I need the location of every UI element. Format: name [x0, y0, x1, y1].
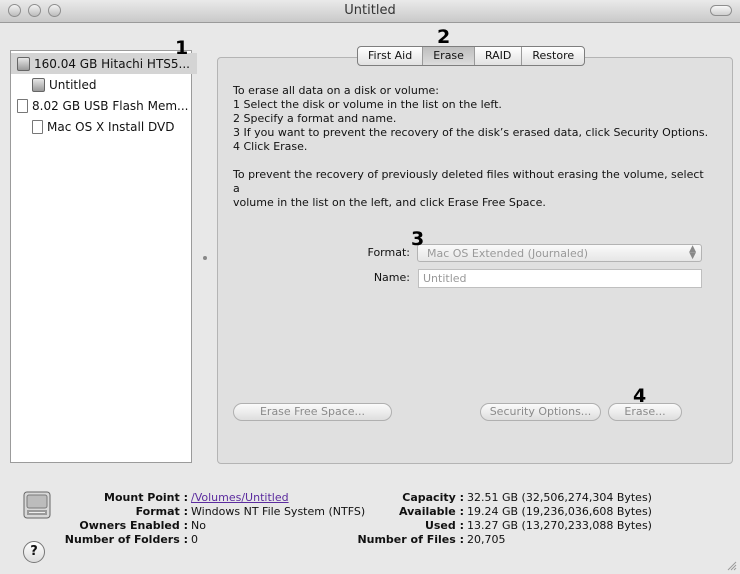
format-label: Format: [367, 246, 410, 259]
number-of-files-label: Number of Files : [357, 533, 464, 546]
tab-restore[interactable]: Restore [522, 47, 584, 65]
number-of-files-value: 20,705 [467, 533, 506, 546]
format-info-label: Format : [135, 505, 188, 518]
available-value: 19.24 GB (19,236,036,608 Bytes) [467, 505, 652, 518]
device-list[interactable]: 160.04 GB Hitachi HTS5... Untitled 8.02 … [10, 50, 197, 463]
format-popup-value: Mac OS Extended (Journaled) [427, 247, 589, 260]
sidebar-item-hitachi-disk[interactable]: 160.04 GB Hitachi HTS5... [11, 53, 197, 74]
sidebar-item-untitled-volume[interactable]: Untitled [11, 74, 212, 95]
split-view-handle[interactable] [203, 256, 207, 260]
erase-free-space-button[interactable]: Erase Free Space... [233, 403, 392, 421]
callout-number: 4 [633, 385, 647, 407]
callout-number: 3 [411, 228, 425, 250]
callout-number: 1 [175, 37, 189, 59]
sidebar-item-label: Untitled [49, 77, 97, 92]
title-bar: Untitled [0, 0, 740, 23]
used-value: 13.27 GB (13,270,233,088 Bytes) [467, 519, 652, 532]
mount-point-label: Mount Point : [104, 491, 188, 504]
format-popup[interactable]: Mac OS Extended (Journaled) ▲ ▼ [417, 244, 702, 262]
name-field[interactable]: Untitled [418, 269, 702, 288]
number-of-folders-label: Number of Folders : [64, 533, 188, 546]
tab-raid[interactable]: RAID [475, 47, 523, 65]
owners-enabled-value: No [191, 519, 206, 532]
erase-instructions: To erase all data on a disk or volume: 1… [233, 84, 713, 210]
instruction-line: 3 If you want to prevent the recovery of… [233, 126, 709, 139]
resize-grip-icon[interactable] [727, 561, 737, 571]
hard-drive-icon [23, 491, 51, 519]
tab-erase[interactable]: Erase [423, 47, 475, 65]
sidebar-item-usb-flash[interactable]: 8.02 GB USB Flash Mem... [11, 95, 197, 116]
volume-icon [32, 119, 43, 134]
number-of-folders-value: 0 [191, 533, 198, 546]
owners-enabled-label: Owners Enabled : [79, 519, 188, 532]
popup-arrows-icon: ▲ ▼ [689, 244, 696, 261]
toolbar-toggle-button[interactable] [710, 5, 732, 16]
mount-point-link[interactable]: /Volumes/Untitled [191, 491, 289, 504]
tab-first-aid[interactable]: First Aid [358, 47, 424, 65]
instruction-line: To erase all data on a disk or volume: [233, 84, 440, 97]
instruction-line: 4 Click Erase. [233, 140, 308, 153]
available-label: Available : [398, 505, 464, 518]
callout-number: 2 [437, 26, 451, 48]
usb-drive-icon [17, 98, 28, 113]
sidebar-item-label: 8.02 GB USB Flash Mem... [32, 98, 189, 113]
window-title: Untitled [344, 3, 396, 18]
sidebar-item-label: 160.04 GB Hitachi HTS5... [34, 56, 190, 71]
security-options-button[interactable]: Security Options... [480, 403, 601, 421]
volume-icon [32, 77, 45, 92]
capacity-label: Capacity : [402, 491, 464, 504]
hard-drive-icon [17, 56, 30, 71]
tab-bar: First Aid Erase RAID Restore [357, 46, 586, 66]
instruction-line: 2 Specify a format and name. [233, 112, 397, 125]
sidebar-item-label: Mac OS X Install DVD [47, 119, 175, 134]
sidebar-item-install-dvd[interactable]: Mac OS X Install DVD [11, 116, 212, 137]
capacity-value: 32.51 GB (32,506,274,304 Bytes) [467, 491, 652, 504]
instruction-line: To prevent the recovery of previously de… [233, 168, 704, 195]
instruction-line: 1 Select the disk or volume in the list … [233, 98, 502, 111]
used-label: Used : [424, 519, 464, 532]
instruction-line: volume in the list on the left, and clic… [233, 196, 546, 209]
name-label: Name: [373, 271, 410, 284]
